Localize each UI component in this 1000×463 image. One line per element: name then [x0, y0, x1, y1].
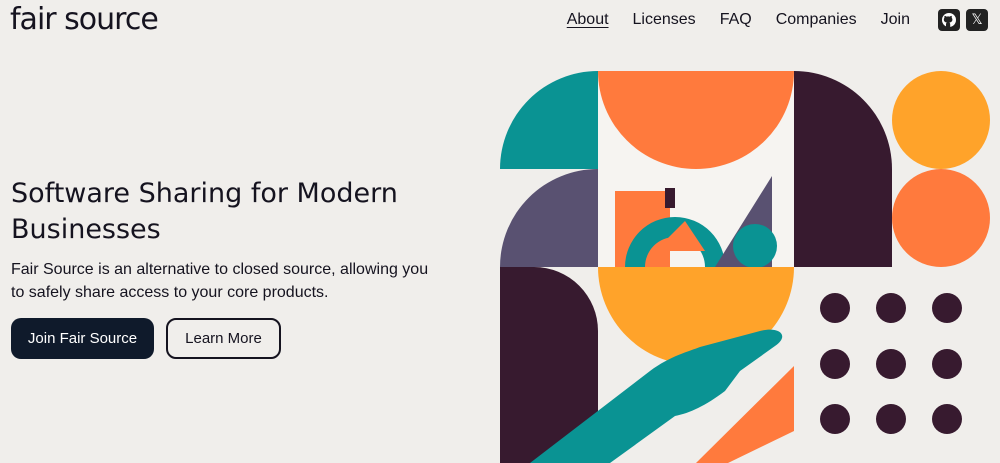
x-icon[interactable]: 𝕏: [966, 9, 988, 31]
main-nav: About Licenses FAQ Companies Join: [567, 11, 910, 29]
plum-arch: [794, 71, 892, 267]
x-glyph: 𝕏: [971, 12, 983, 28]
nav-faq[interactable]: FAQ: [720, 11, 752, 29]
hero-subtitle: Fair Source is an alternative to closed …: [11, 261, 429, 301]
orange-circle: [892, 169, 990, 267]
github-icon[interactable]: [938, 9, 960, 31]
learn-more-button[interactable]: Learn More: [166, 318, 281, 359]
plum-small-rect: [665, 188, 675, 208]
hero-illustration: [500, 71, 990, 463]
hero-title: Software Sharing for Modern Businesses: [11, 178, 398, 245]
nav-licenses[interactable]: Licenses: [633, 11, 696, 29]
teal-circle: [733, 224, 777, 268]
nav-companies[interactable]: Companies: [776, 11, 857, 29]
slate-quarter-shape: [500, 169, 598, 267]
teal-quarter-shape: [500, 71, 598, 169]
nav-about[interactable]: About: [567, 11, 609, 29]
nav-join[interactable]: Join: [881, 11, 910, 29]
join-fair-source-button[interactable]: Join Fair Source: [11, 318, 154, 359]
site-logo[interactable]: fair source: [10, 2, 159, 37]
amber-circle: [892, 71, 990, 169]
github-mark-icon: [942, 13, 956, 27]
social-links: 𝕏: [938, 9, 988, 31]
dots-grid: [820, 293, 962, 434]
